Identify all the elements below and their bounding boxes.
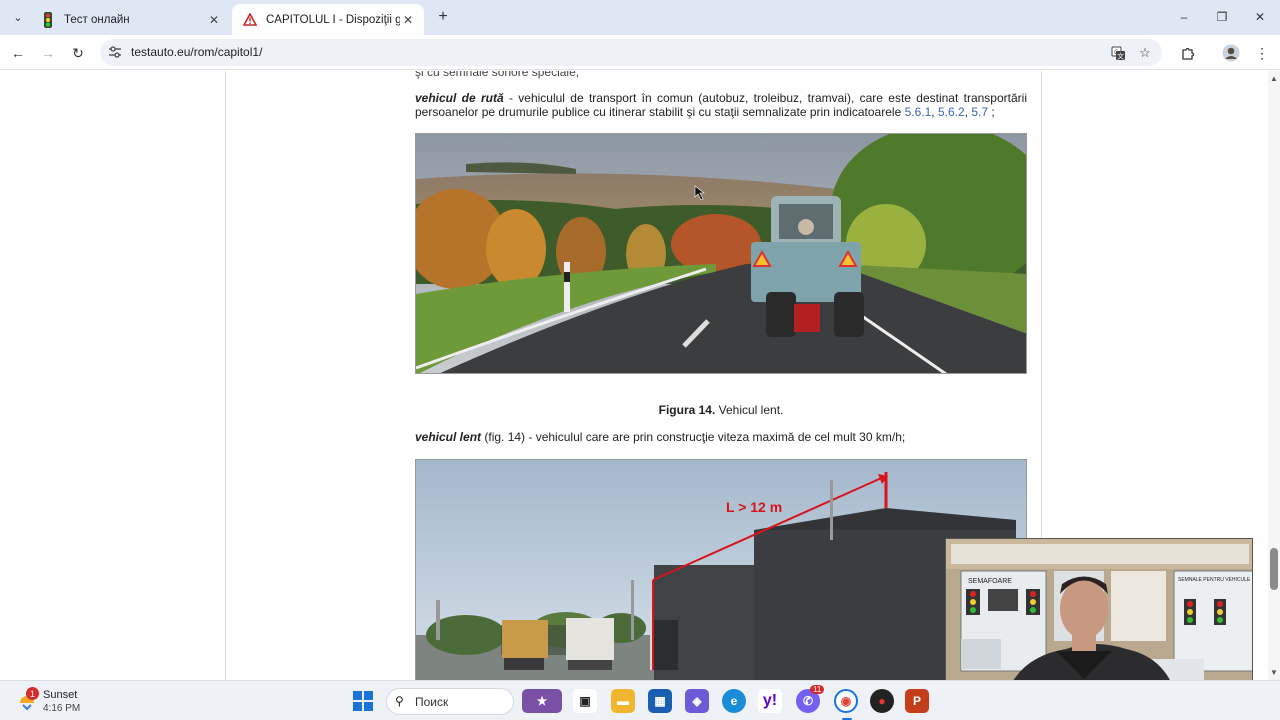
scrollbar-thumb[interactable] [1270,548,1278,590]
site-info-icon[interactable] [108,45,122,59]
yahoo-icon[interactable]: y! [758,689,782,713]
cut-off-line: şi cu semnale sonore speciale; [415,71,580,79]
figure-label: Figura 14. [658,403,716,417]
notification-badge: 1 [26,687,39,700]
restore-icon[interactable]: ❐ [1210,6,1234,28]
windows-start-icon[interactable] [353,691,373,711]
tab-capitolul[interactable]: CAPITOLUL I - Dispoziţii genera ✕ [232,4,424,35]
tab-title: CAPITOLUL I - Dispoziţii genera [266,13,400,26]
warning-triangle-icon [242,12,258,28]
menu-kebab-icon[interactable]: ⋮ [1252,43,1272,63]
close-window-icon[interactable]: ✕ [1248,6,1272,28]
url-text: testauto.eu/rom/capitol1/ [131,45,263,59]
close-tab-icon[interactable]: ✕ [206,12,222,28]
svg-text:G: G [1114,49,1119,56]
traffic-light-icon [40,11,56,28]
weather-widget[interactable]: 1 Sunset 4:16 PM [14,686,134,716]
link-sign-5-7[interactable]: 5.7 [971,105,988,119]
search-placeholder: Поиск [415,695,449,709]
close-tab-icon[interactable]: ✕ [400,12,416,28]
widget-game-icon[interactable]: ★ [522,689,562,713]
viber-badge: 11 [810,685,825,694]
figure-caption-text: Vehicul lent. [715,403,784,417]
profile-avatar-icon[interactable] [1221,43,1241,63]
link-sign-5-6-1[interactable]: 5.6.1 [905,105,932,119]
tab-strip: ⌄ Тест онлайн ✕ CAPITOLUL I - Dispoziţii… [0,0,1280,35]
definition-text: (fig. 14) - vehiculul care are prin cons… [481,430,906,444]
length-label: L > 12 m [726,499,782,515]
search-icon: ⚲ [395,694,404,708]
scroll-down-arrow-icon[interactable]: ▼ [1268,666,1280,678]
tab-test-online[interactable]: Тест онлайн ✕ [30,4,230,35]
figure-long-vehicle-image: L > 12 m [415,459,1027,680]
figure-14-caption: Figura 14. Vehicul lent. [415,403,1027,417]
definition-route-vehicle: vehicul de rută - vehiculul de transport… [415,91,1027,119]
board-label: SEMAFOARE [968,578,1012,585]
term-route-vehicle: vehicul de rută [415,91,504,105]
address-bar[interactable]: testauto.eu/rom/capitol1/ 文G ☆ [100,39,1162,66]
new-tab-plus-icon[interactable]: + [434,8,452,26]
edge-browser-icon[interactable]: e [722,689,746,713]
taskbar-search-box[interactable]: ⚲ Поиск [386,688,514,715]
record-app-icon[interactable]: ● [870,689,894,713]
store-icon[interactable]: ▦ [648,689,672,713]
separator: ; [988,105,995,119]
back-arrow-icon[interactable]: ← [8,43,28,63]
term-slow-vehicle: vehicul lent [415,430,482,444]
separator: , [931,105,938,119]
definition-slow-vehicle: vehicul lent (fig. 14) - vehiculul care … [415,430,1027,444]
copilot-icon[interactable]: ◈ [685,689,709,713]
file-explorer-icon[interactable]: ▬ [611,689,635,713]
translate-icon[interactable]: 文G [1110,45,1126,61]
windows-taskbar: 1 Sunset 4:16 PM ⚲ Поиск ★ ▣ ▬ ▦ ◈ e y! … [0,680,1280,720]
browser-toolbar: ← → ↻ testauto.eu/rom/capitol1/ 文G ☆ ⋮ [0,35,1280,70]
extensions-puzzle-icon[interactable] [1178,43,1198,63]
minimize-icon[interactable]: – [1172,6,1196,28]
scroll-up-arrow-icon[interactable]: ▲ [1268,72,1280,84]
task-view-icon[interactable]: ▣ [573,689,597,713]
chrome-icon[interactable]: ◉ [834,689,858,713]
tab-title: Тест онлайн [64,13,130,26]
bookmark-star-icon[interactable]: ☆ [1137,45,1153,61]
figure-14-slow-vehicle-image [415,133,1027,374]
link-sign-5-6-2[interactable]: 5.6.2 [938,105,965,119]
column-divider [225,71,226,680]
reload-icon[interactable]: ↻ [68,43,88,63]
forward-arrow-icon[interactable]: → [38,43,58,63]
board-label: SEMNALE PENTRU VEHICULE [1178,577,1251,583]
weather-title: Sunset [43,689,78,701]
powerpoint-icon[interactable]: P [905,689,929,713]
weather-time: 4:16 PM [43,703,81,714]
tab-search-chevron-icon[interactable]: ⌄ [8,7,28,27]
